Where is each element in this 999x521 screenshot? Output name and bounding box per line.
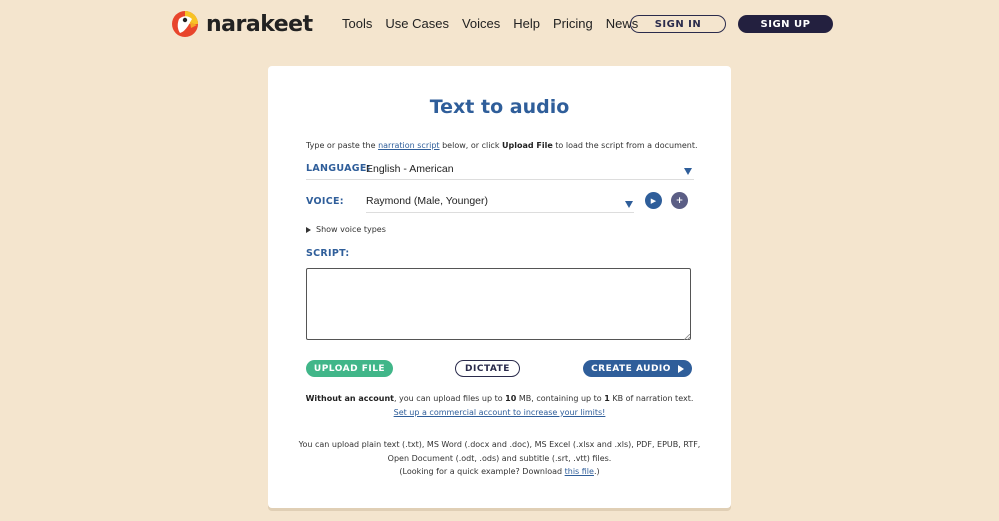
commercial-account-link[interactable]: Set up a commercial account to increase … [268, 408, 731, 417]
intro-part: Type or paste the [306, 141, 379, 150]
language-label: LANGUAGE: [306, 163, 371, 174]
play-icon: ▶ [650, 196, 657, 205]
account-limits-text: Without an account, you can upload files… [268, 394, 731, 403]
formats-text: .) [593, 467, 600, 476]
sign-in-button[interactable]: SIGN IN [630, 15, 726, 33]
play-icon [677, 364, 684, 373]
show-voice-types-toggle[interactable]: Show voice types [306, 225, 386, 234]
formats-line: Open Document (.odt, .ods) and subtitle … [387, 453, 612, 463]
script-textarea[interactable] [306, 268, 691, 340]
narakeet-parrot-logo-icon [170, 9, 200, 39]
nav-help[interactable]: Help [513, 16, 540, 31]
add-voice-button[interactable]: + [671, 192, 688, 209]
create-audio-label: CREATE AUDIO [591, 363, 671, 374]
create-audio-button[interactable]: CREATE AUDIO [583, 360, 692, 377]
script-label: SCRIPT: [306, 248, 350, 259]
brand-name: narakeet [206, 11, 313, 37]
sign-up-button[interactable]: SIGN UP [738, 15, 833, 33]
nav-tools[interactable]: Tools [342, 16, 372, 31]
language-underline [306, 179, 694, 180]
limits-text: MB, containing up to [516, 394, 605, 403]
example-file-line: (Looking for a quick example? Download t… [268, 465, 731, 479]
intro-part: to load the script from a document. [552, 141, 698, 150]
limits-text: KB of narration text. [609, 394, 694, 403]
show-voice-types-label: Show voice types [316, 225, 386, 234]
intro-part: below, or click [439, 141, 502, 150]
chevron-down-icon[interactable] [684, 168, 692, 175]
upload-file-button[interactable]: UPLOAD FILE [306, 360, 393, 377]
intro-bold: Upload File [502, 141, 553, 150]
site-header: narakeet Tools Use Cases Voices Help Pri… [0, 0, 999, 50]
nav-voices[interactable]: Voices [462, 16, 500, 31]
page-title: Text to audio [429, 96, 570, 118]
voice-underline [366, 212, 634, 213]
formats-text: (Looking for a quick example? Download [399, 467, 565, 476]
formats-line: You can upload plain text (.txt), MS Wor… [298, 440, 701, 449]
voice-label: VOICE: [306, 196, 344, 207]
intro-text: Type or paste the narration script below… [306, 141, 698, 150]
example-file-link[interactable]: this file [565, 467, 594, 476]
supported-formats-text: You can upload plain text (.txt), MS Wor… [268, 438, 731, 479]
main-nav: Tools Use Cases Voices Help Pricing News [342, 16, 651, 31]
narration-script-link[interactable]: narration script [378, 141, 439, 150]
limits-bold: Without an account [305, 394, 394, 403]
resize-grip-icon[interactable] [684, 334, 690, 340]
voice-select[interactable]: Raymond (Male, Younger) [366, 195, 488, 207]
nav-pricing[interactable]: Pricing [553, 16, 593, 31]
play-voice-sample-button[interactable]: ▶ [645, 192, 662, 209]
chevron-down-icon[interactable] [625, 201, 633, 208]
language-select[interactable]: English - American [366, 163, 454, 175]
brand-logo[interactable]: narakeet [170, 8, 313, 40]
triangle-right-icon [306, 226, 311, 233]
limits-text: , you can upload files up to [393, 394, 506, 403]
limits-bold: 10 [505, 394, 517, 403]
dictate-button[interactable]: DICTATE [455, 360, 520, 377]
text-to-audio-card: Text to audio Type or paste the narratio… [268, 66, 731, 508]
nav-use-cases[interactable]: Use Cases [385, 16, 449, 31]
plus-icon: + [675, 195, 684, 206]
